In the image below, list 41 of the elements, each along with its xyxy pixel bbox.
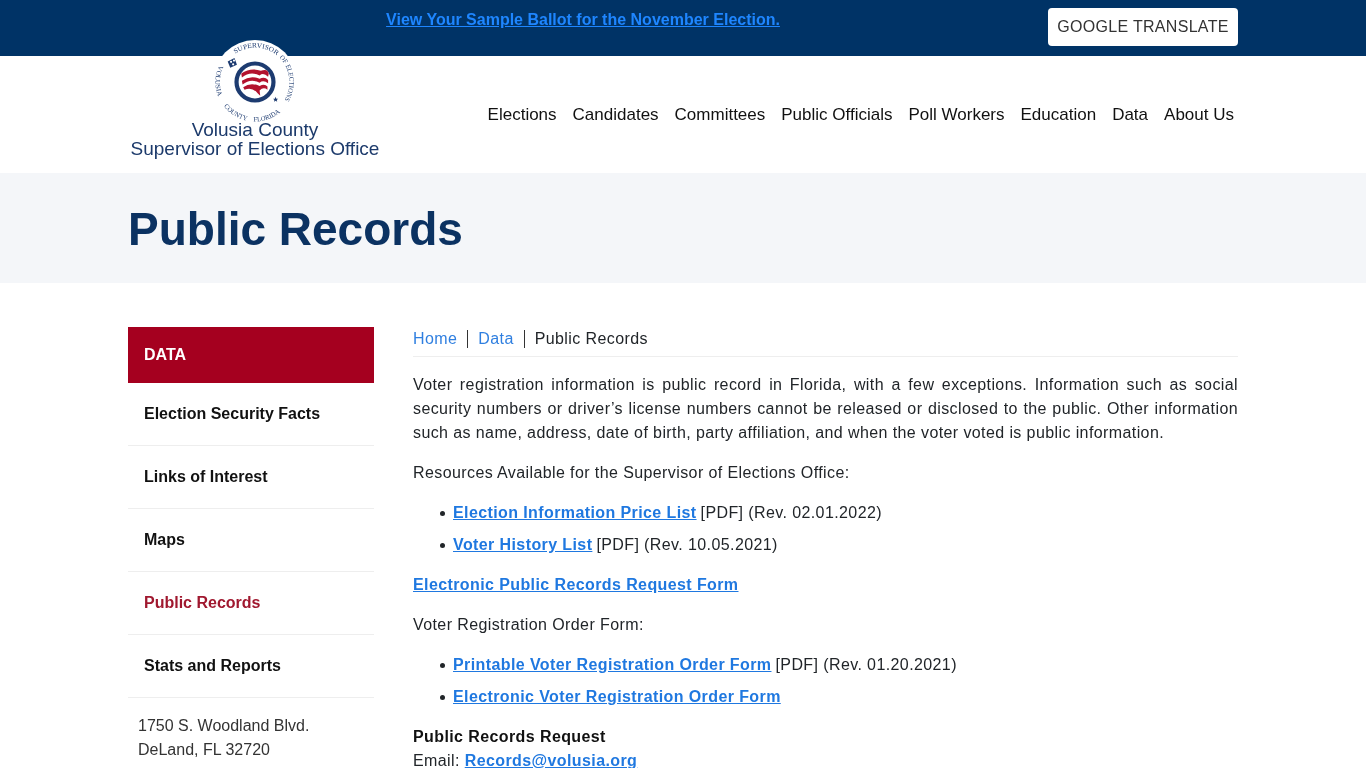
nav-link[interactable]: Education [1020, 103, 1097, 127]
announcement-link[interactable]: View Your Sample Ballot for the November Election. [386, 8, 780, 32]
nav-link[interactable]: Public Officials [781, 103, 893, 127]
nav-link[interactable]: Elections [487, 103, 557, 127]
document-link[interactable]: Electronic Voter Registration Order Form [453, 688, 781, 705]
form-link[interactable]: Electronic Public Records Request Form [413, 576, 739, 593]
breadcrumb-current: Public Records [534, 329, 648, 349]
address-line: DeLand, FL 32720 [138, 740, 271, 760]
address-line: 1750 S. Woodland Blvd. [138, 716, 311, 736]
bullet-icon [440, 543, 445, 548]
bullet-icon [440, 695, 445, 700]
list-item: Voter History List [PDF] (Rev. 10.05.2021) [453, 533, 1238, 557]
nav-link[interactable]: Poll Workers [908, 103, 1005, 127]
document-link[interactable]: Printable Voter Registration Order Form [453, 656, 772, 673]
nav-link[interactable]: Committees [674, 103, 766, 127]
nav-link[interactable]: Candidates [572, 103, 659, 127]
nav-link[interactable]: About Us [1164, 103, 1234, 127]
body-text: Voter Registration Order Form: [413, 615, 645, 635]
sidebar-link[interactable]: Public Records [128, 572, 374, 635]
logo-subtitle: Supervisor of Elections Office [130, 139, 380, 158]
bullet-icon [440, 663, 445, 668]
sidebar-link[interactable]: Election Security Facts [128, 383, 374, 446]
nav-link[interactable]: Data [1112, 103, 1149, 127]
section-heading: Public Records Request [413, 727, 607, 747]
body-text: Voter registration information is public record in Florida, with a few exceptions. Information such as social security numbers or driver’s license numbers cannot be released or disclosed to the public. Other information such as name, address, date of birth, party affiliation, and when the voter voted is public information. [413, 375, 1238, 443]
breadcrumb-link[interactable]: Data [478, 327, 514, 351]
star-icon [273, 96, 279, 102]
translate-button[interactable]: GOOGLE TRANSLATE [1048, 8, 1238, 46]
sidebar-link[interactable]: Stats and Reports [128, 635, 374, 698]
breadcrumb-link[interactable]: Home [413, 327, 458, 351]
body-text: Resources Available for the Supervisor of Elections Office: [413, 463, 851, 483]
sidebar-link[interactable]: Maps [128, 509, 374, 572]
document-link[interactable]: Voter History List [453, 536, 593, 553]
sidebar-heading: DATA [128, 327, 374, 383]
document-link[interactable]: Election Information Price List [453, 504, 697, 521]
bullet-icon [440, 511, 445, 516]
flag-emblem-drawing [227, 58, 276, 103]
list-item: Printable Voter Registration Order Form [PDF] (Rev. 01.20.2021) [453, 653, 1238, 677]
list-item: Election Information Price List [PDF] (Rev. 02.01.2022) [453, 501, 1238, 525]
page-title: Public Records [128, 202, 463, 256]
sidebar-link[interactable]: Links of Interest [128, 446, 374, 509]
